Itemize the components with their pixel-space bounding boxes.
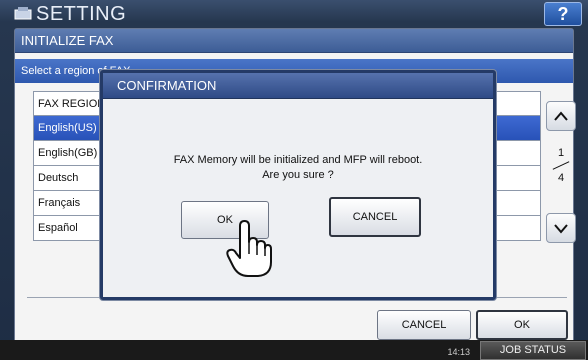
page-up-button[interactable]	[546, 101, 576, 131]
page-total: 4	[557, 172, 565, 184]
help-button[interactable]: ?	[544, 2, 582, 26]
setting-icon	[14, 7, 32, 20]
page-divider	[552, 161, 570, 170]
screen-title: SETTING	[36, 3, 127, 25]
dialog-cancel-button[interactable]: CANCEL	[329, 197, 421, 237]
chevron-up-icon	[554, 111, 568, 121]
page-current: 1	[557, 147, 565, 159]
page-down-button[interactable]	[546, 213, 576, 243]
ok-button[interactable]: OK	[476, 310, 568, 340]
dialog-message-line: Are you sure ?	[262, 169, 334, 181]
dialog-message-line: FAX Memory will be initialized and MFP w…	[173, 154, 423, 166]
chevron-down-icon	[554, 224, 568, 234]
status-time: 14:13	[447, 347, 470, 357]
confirmation-dialog: CONFIRMATION FAX Memory will be initiali…	[100, 70, 496, 300]
panel-title: INITIALIZE FAX	[15, 29, 573, 53]
dialog-message: FAX Memory will be initialized and MFP w…	[103, 153, 493, 183]
setting-screen: SETTING ? INITIALIZE FAX Select a region…	[0, 0, 588, 360]
job-status-button[interactable]: JOB STATUS	[480, 341, 586, 360]
pointer-hand-icon	[226, 220, 272, 277]
dialog-title: CONFIRMATION	[103, 73, 493, 99]
cancel-button[interactable]: CANCEL	[377, 310, 471, 340]
page-indicator: 1 4	[541, 147, 581, 184]
